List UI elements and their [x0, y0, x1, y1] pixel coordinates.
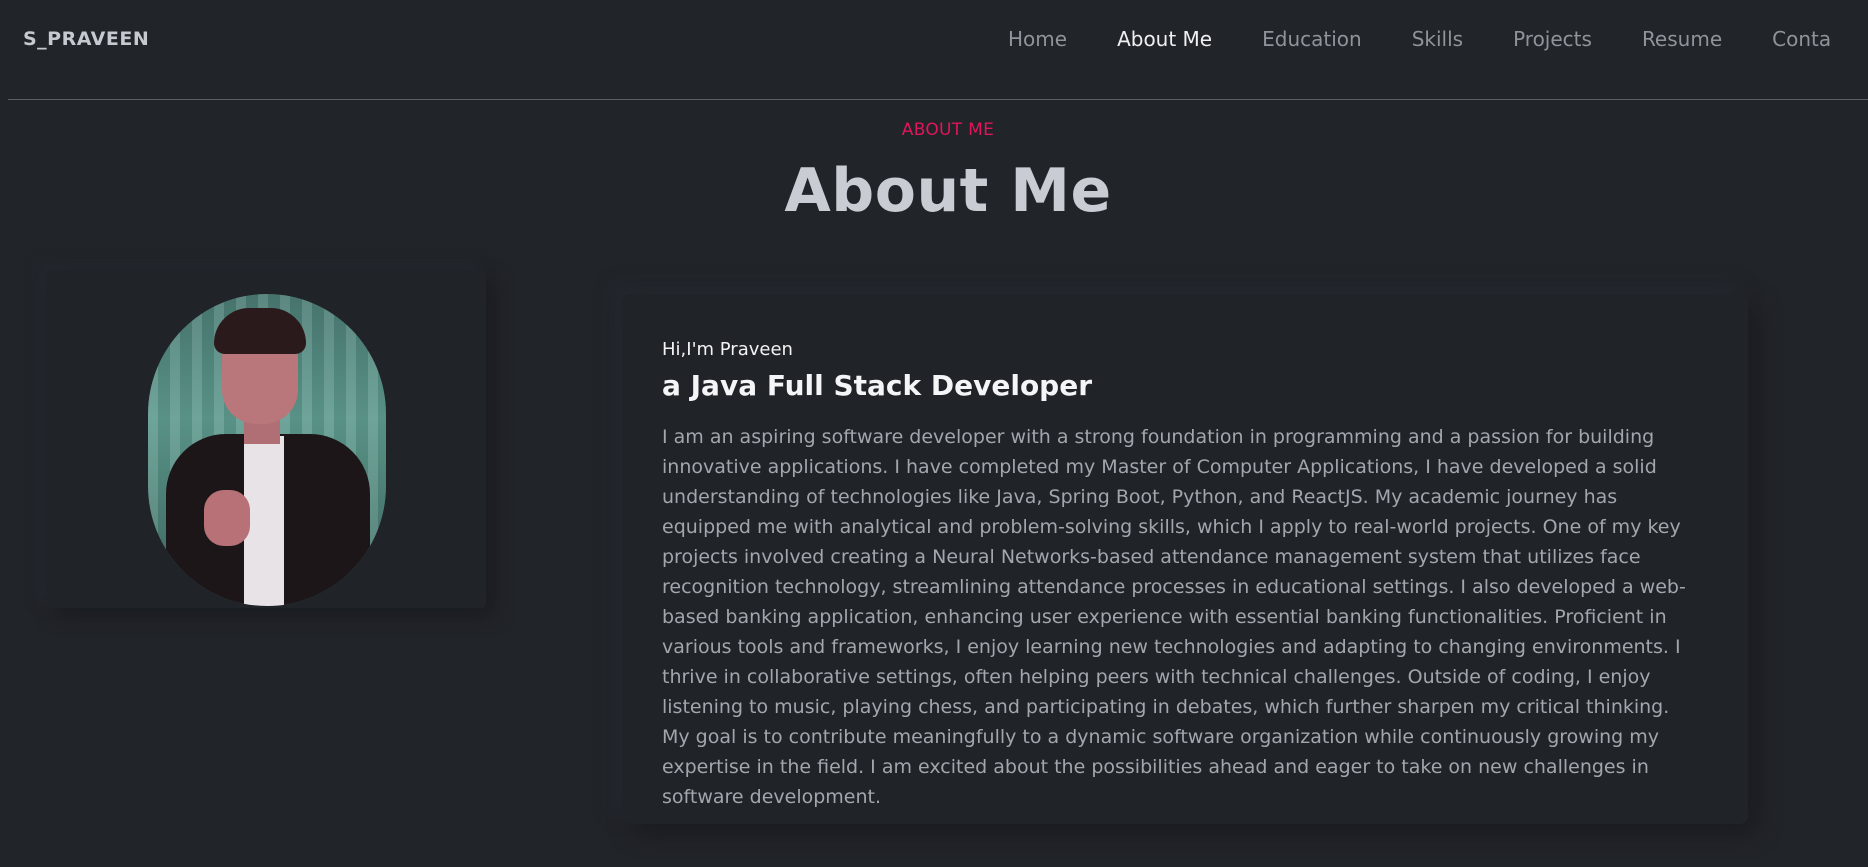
nav-link-education[interactable]: Education: [1262, 27, 1362, 51]
photo-hair: [214, 308, 306, 354]
nav-link-projects[interactable]: Projects: [1513, 27, 1592, 51]
section-kicker: ABOUT ME: [901, 120, 995, 140]
nav-link-contact[interactable]: Conta: [1772, 27, 1831, 51]
bio-card: Hi,I'm Praveen a Java Full Stack Develop…: [622, 294, 1748, 824]
greeting-text: Hi,I'm Praveen: [662, 339, 793, 360]
nav-link-about-me[interactable]: About Me: [1117, 27, 1212, 51]
nav-link-skills[interactable]: Skills: [1412, 27, 1463, 51]
navbar: S_PRAVEEN Home About Me Education Skills…: [8, 0, 1868, 100]
role-heading: a Java Full Stack Developer: [662, 369, 1093, 402]
photo-hand: [204, 490, 250, 546]
nav-link-home[interactable]: Home: [1008, 27, 1067, 51]
nav-link-resume[interactable]: Resume: [1642, 27, 1722, 51]
nav-links: Home About Me Education Skills Projects …: [1008, 27, 1868, 51]
bio-paragraph: I am an aspiring software developer with…: [662, 426, 1686, 808]
photo-shirt: [244, 436, 284, 606]
page-title: About Me: [784, 156, 1112, 226]
profile-photo: [148, 294, 386, 606]
brand-logo[interactable]: S_PRAVEEN: [23, 28, 149, 50]
profile-card: [46, 270, 486, 608]
